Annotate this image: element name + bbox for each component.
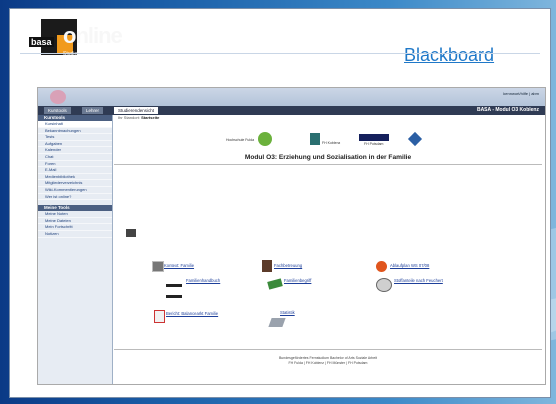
handbook-icon: [166, 284, 182, 298]
partner-logo: FH Koblenz: [322, 141, 341, 145]
sidebar-item[interactable]: E-Mail: [38, 167, 112, 174]
blackboard-screenshot: kennwort/hilfe | abm Kurstools Lehrer St…: [37, 87, 546, 385]
sidebar-item[interactable]: Mitgliederverzeichnis: [38, 180, 112, 187]
partner-logo-icon: [258, 132, 272, 146]
sidebar-item[interactable]: Mein Fortschritt: [38, 224, 112, 231]
tab-studierendensicht[interactable]: Studierendensicht: [114, 107, 159, 114]
partner-logo: Hochschule Fulda: [226, 138, 255, 142]
basa-online-logo: basa online Studiengang Soziale Arbeit: [27, 13, 127, 73]
sidebar-item[interactable]: Wiki-Kommentierungen: [38, 187, 112, 194]
partner-logo-icon: [359, 134, 389, 141]
footer-divider: [114, 349, 542, 350]
statistics-icon: [268, 318, 286, 327]
calendar-icon: [376, 261, 387, 272]
sidebar-item[interactable]: Aufgaben: [38, 141, 112, 148]
content-divider: [114, 164, 542, 165]
sidebar-item[interactable]: Foren: [38, 161, 112, 168]
footer: Bundesgefördertes Fernstudium Bachelor o…: [278, 356, 378, 365]
link-familienhandbuch[interactable]: Familienhandbuch: [186, 278, 220, 283]
bb-top-links[interactable]: kennwort/hilfe | abm: [503, 91, 539, 96]
course-title: Modul O3: Erziehung und Sozialisation in…: [244, 154, 412, 161]
sidebar-item[interactable]: Kalender: [38, 147, 112, 154]
folder-icon: [152, 261, 164, 272]
partner-logo-icon: [310, 133, 320, 145]
partner-logo-icon: [407, 131, 423, 147]
sidebar-item[interactable]: Bekanntmachungen: [38, 128, 112, 135]
sidebar-item[interactable]: Notizen: [38, 231, 112, 238]
link-fachbetreuung[interactable]: Fachbetreuung: [274, 263, 302, 268]
link-statistik[interactable]: Statistik: [280, 310, 295, 315]
bb-content: Hochschule Fulda FH Koblenz FH Potsdam M…: [114, 120, 542, 382]
link-familienbegriff[interactable]: Familienbegriff: [284, 278, 311, 283]
tab-lehrer[interactable]: Lehrer: [82, 107, 104, 114]
link-stoffanteile[interactable]: Stoffanteile nach Feuchert: [394, 278, 443, 283]
basa-mini-logo-icon: [126, 229, 136, 237]
sidebar-item[interactable]: Meine Noten: [38, 211, 112, 218]
sidebar-item[interactable]: Meine Dateien: [38, 218, 112, 225]
person-photo-icon: [262, 260, 272, 272]
sidebar-item[interactable]: Medienbibliothek: [38, 174, 112, 181]
sidebar-item[interactable]: Wer ist online?: [38, 194, 112, 201]
link-ablaufplan[interactable]: Ablaufplan WS 07/08: [390, 263, 429, 268]
partner-logos: Hochschule Fulda FH Koblenz FH Potsdam: [224, 131, 514, 148]
sidebar-item[interactable]: Kursinhalt: [38, 121, 112, 128]
header-divider: [20, 53, 540, 54]
sidebar-item[interactable]: Chat: [38, 154, 112, 161]
masks-icon: [376, 278, 392, 292]
partner-logo: FH Potsdam: [364, 142, 384, 146]
sidebar-item[interactable]: Tests: [38, 134, 112, 141]
course-header: BASA - Modul O3 Koblenz: [476, 107, 539, 113]
tab-kurstools[interactable]: Kurstools: [44, 107, 71, 114]
bb-sidebar: Kurstools Kursinhalt Bekanntmachungen Test…: [38, 115, 113, 384]
link-bericht-balancearkt[interactable]: Bericht: Balancearkt Familie: [166, 311, 218, 316]
bb-logo-icon: [50, 90, 66, 104]
book-icon: [267, 278, 283, 290]
pdf-icon: [154, 310, 165, 323]
link-kontext-familie[interactable]: Kontext: Familie: [164, 263, 194, 268]
slide-title-link[interactable]: Blackboard: [404, 45, 494, 66]
